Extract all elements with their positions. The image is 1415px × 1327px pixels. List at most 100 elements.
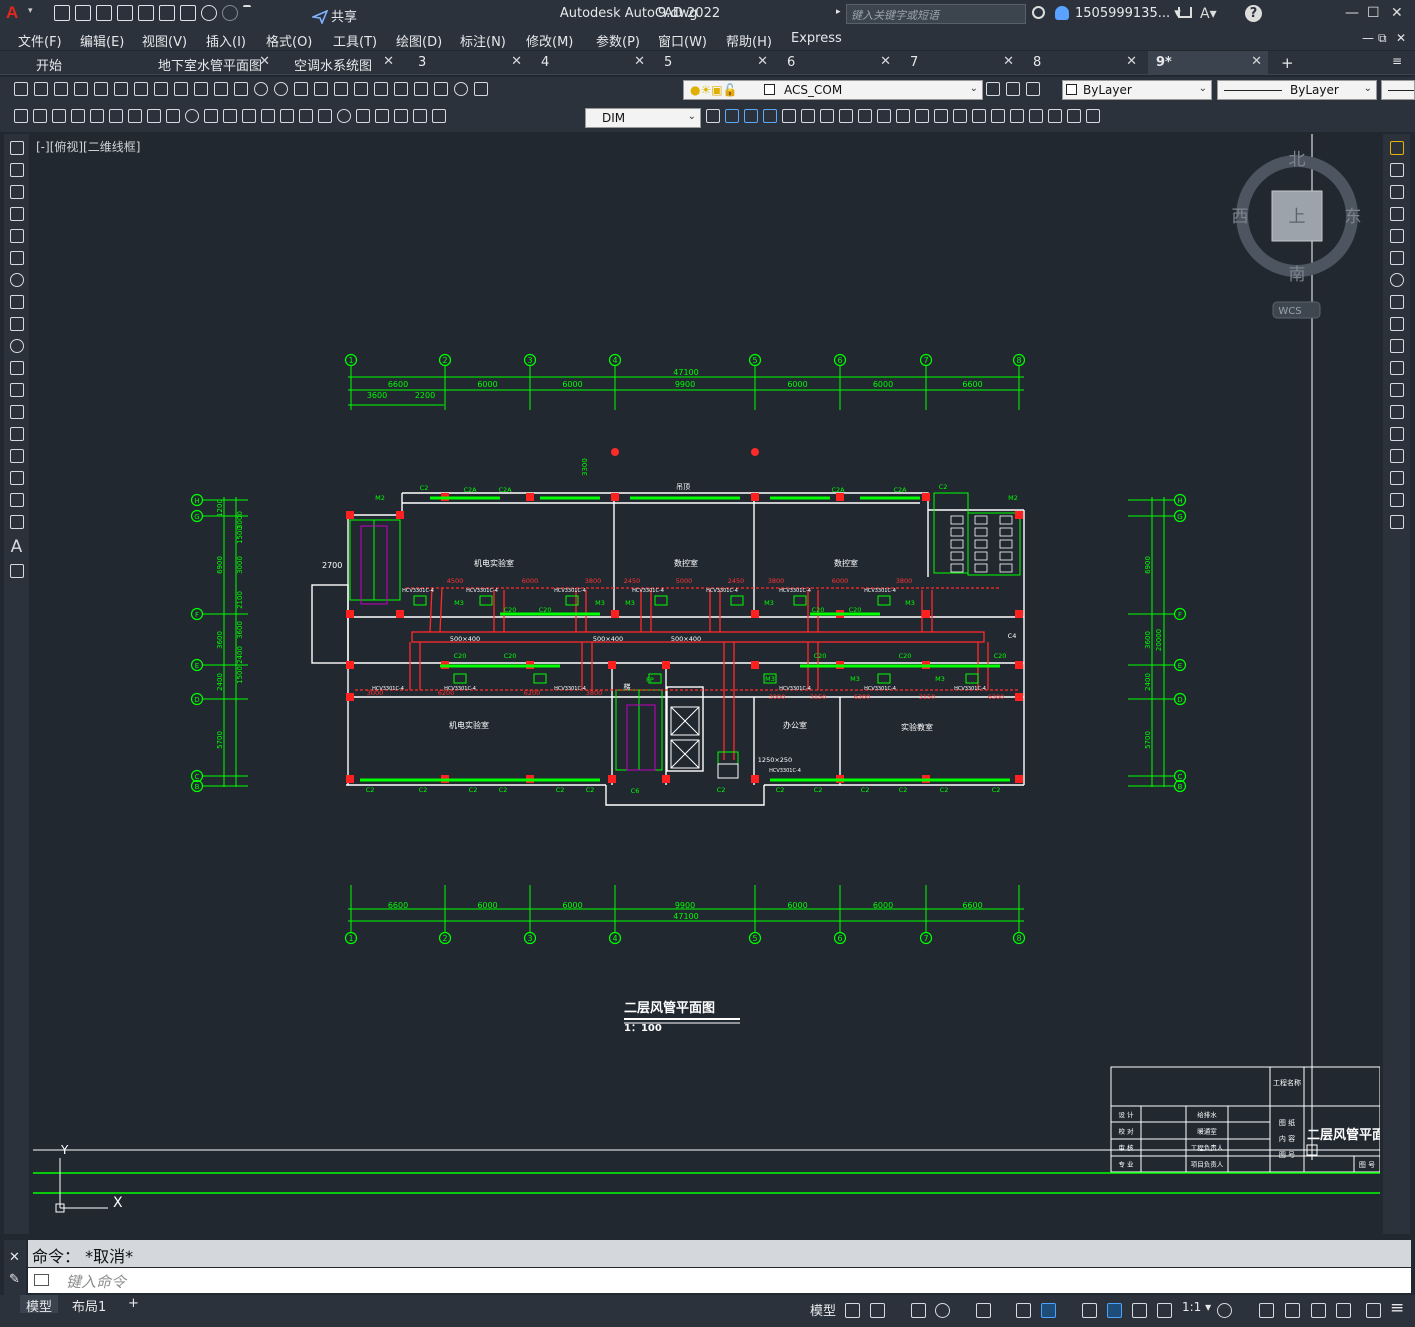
command-prompt-icon[interactable] — [34, 1274, 49, 1286]
annotation-scale-icon[interactable] — [1157, 1303, 1172, 1318]
clean-screen-icon[interactable] — [1366, 1303, 1381, 1318]
tool-palettes-icon[interactable] — [414, 82, 428, 96]
close-tab-icon[interactable]: ✕ — [511, 54, 522, 69]
layer-iso-icon[interactable] — [33, 109, 47, 123]
open-icon[interactable] — [34, 82, 48, 96]
tab-drawing[interactable]: 4 ✕ — [533, 51, 651, 75]
separate-icon[interactable] — [1029, 109, 1043, 123]
inspection-icon[interactable] — [356, 109, 370, 123]
table-icon[interactable] — [9, 515, 24, 529]
grid-icon[interactable] — [845, 1303, 860, 1318]
slice-icon[interactable] — [915, 109, 929, 123]
make-block-icon[interactable] — [9, 405, 24, 419]
chamfer-edge-icon[interactable] — [896, 109, 910, 123]
add-selected-icon[interactable] — [9, 564, 24, 578]
menu-window[interactable]: 窗口(W) — [658, 31, 707, 50]
baseline-icon[interactable] — [242, 109, 256, 123]
close-tab-icon[interactable]: ✕ — [880, 54, 891, 69]
circle-icon[interactable] — [9, 273, 24, 287]
layer-walk-icon[interactable] — [14, 109, 28, 123]
explode-icon[interactable] — [1389, 515, 1404, 529]
tab-drawing[interactable]: 空调水系统图 ✕ — [286, 51, 400, 75]
rotate-icon[interactable] — [1389, 273, 1404, 287]
fillet-edge-icon[interactable] — [877, 109, 891, 123]
dim-text-edit-icon[interactable] — [413, 109, 427, 123]
menu-dimension[interactable]: 标注(N) — [460, 31, 506, 50]
object-snap-icon[interactable] — [1041, 1303, 1056, 1318]
help-icon[interactable] — [454, 82, 468, 96]
doc-minimize-button[interactable]: — — [1362, 31, 1374, 45]
move-3d-icon[interactable] — [801, 109, 815, 123]
command-input[interactable]: 键入命令 — [28, 1268, 1411, 1293]
ellipse-arc-icon[interactable] — [9, 361, 24, 375]
extrude-faces-icon[interactable] — [953, 109, 967, 123]
model-space-button[interactable]: 模型 — [810, 1300, 836, 1319]
menu-modify[interactable]: 修改(M) — [526, 31, 573, 50]
intersect-icon[interactable] — [763, 109, 777, 123]
ellipse-icon[interactable] — [9, 339, 24, 353]
multiline-text-icon[interactable]: A — [4, 537, 29, 557]
arc-icon[interactable] — [9, 251, 24, 265]
maximize-button[interactable]: ☐ — [1367, 5, 1380, 21]
calculator-icon[interactable] — [434, 82, 448, 96]
3d-print-icon[interactable] — [134, 82, 148, 96]
polygon-icon[interactable] — [9, 207, 24, 221]
close-command-icon[interactable]: ✕ — [9, 1250, 20, 1265]
scale-icon[interactable] — [1389, 295, 1404, 309]
add-layout-button[interactable]: + — [122, 1295, 145, 1313]
plot-icon[interactable] — [74, 82, 88, 96]
zoom-realtime-icon[interactable] — [314, 82, 328, 96]
construction-line-icon[interactable] — [9, 163, 24, 177]
shell-icon[interactable] — [1048, 109, 1062, 123]
linear-dimension-icon[interactable] — [71, 109, 85, 123]
region-icon[interactable] — [9, 493, 24, 507]
diameter-icon[interactable] — [185, 109, 199, 123]
union-icon[interactable] — [725, 109, 739, 123]
menu-help[interactable]: 帮助(H) — [726, 31, 772, 50]
close-tab-icon[interactable]: ✕ — [634, 54, 645, 69]
object-snap-tracking-icon[interactable] — [1016, 1303, 1031, 1318]
point-icon[interactable] — [9, 427, 24, 441]
tab-drawing-active[interactable]: 9* ✕ — [1148, 51, 1268, 75]
search-expand-icon[interactable]: ▸ — [836, 7, 841, 17]
close-tab-icon[interactable]: ✕ — [757, 54, 768, 69]
angular-icon[interactable] — [204, 109, 218, 123]
make-current-icon[interactable] — [986, 82, 1000, 96]
tab-list-icon[interactable]: ≡ — [1392, 54, 1402, 68]
polar-tracking-icon[interactable] — [935, 1303, 950, 1318]
offset-faces-icon[interactable] — [991, 109, 1005, 123]
offset-icon[interactable] — [1389, 207, 1404, 221]
search-icon[interactable] — [1032, 6, 1045, 19]
annotation-monitor-icon[interactable] — [1259, 1303, 1274, 1318]
block-editor-icon[interactable] — [234, 82, 248, 96]
help-icon[interactable]: ? — [1245, 5, 1262, 22]
line-icon[interactable] — [9, 141, 24, 155]
ordinate-icon[interactable] — [128, 109, 142, 123]
tab-drawing[interactable]: 7 ✕ — [902, 51, 1020, 75]
cut-icon[interactable] — [154, 82, 168, 96]
match-properties-icon[interactable] — [214, 82, 228, 96]
close-button[interactable]: ✕ — [1391, 5, 1403, 21]
erase-icon[interactable] — [1389, 141, 1404, 155]
customize-command-icon[interactable]: ✎ — [9, 1272, 20, 1287]
snap-icon[interactable] — [870, 1303, 885, 1318]
viewcube-top-label[interactable]: 上 — [1289, 207, 1306, 227]
annotation-scale-value[interactable]: 1:1 ▾ — [1182, 1300, 1211, 1314]
tab-drawing[interactable]: 3 ✕ — [410, 51, 528, 75]
search-input[interactable]: 键入关键字或短语 — [846, 4, 1026, 24]
pan-icon[interactable] — [294, 82, 308, 96]
viewcube-west-label[interactable]: 西 — [1232, 207, 1249, 227]
customization-menu-icon[interactable]: ≡ — [1390, 1298, 1404, 1318]
dim-space-icon[interactable] — [280, 109, 294, 123]
isodraft-icon[interactable] — [976, 1303, 991, 1318]
quick-dim-icon[interactable] — [223, 109, 237, 123]
dimstyle-dropdown[interactable]: DIM ⌄ — [585, 108, 701, 128]
copy-icon[interactable] — [174, 82, 188, 96]
move-icon[interactable] — [1389, 251, 1404, 265]
close-tab-icon[interactable]: ✕ — [383, 54, 394, 69]
paste-icon[interactable] — [194, 82, 208, 96]
layout-tab-model[interactable]: 模型 — [20, 1295, 59, 1315]
arc-length-icon[interactable] — [109, 109, 123, 123]
lineweight-icon[interactable] — [1082, 1303, 1097, 1318]
blend-curves-icon[interactable] — [1389, 493, 1404, 507]
